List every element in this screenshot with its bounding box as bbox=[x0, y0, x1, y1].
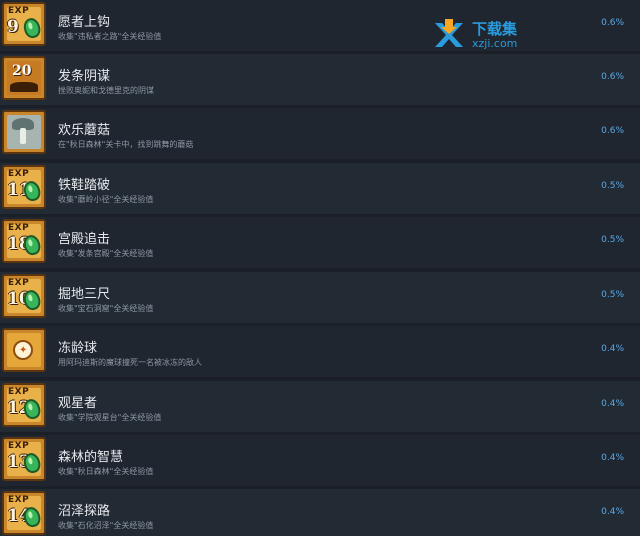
achievement-percent: 0.4% bbox=[601, 344, 624, 354]
achievement-title: 宫殿追击 bbox=[58, 232, 111, 247]
achievement-row[interactable]: EXP 13 森林的智慧 收集"秋日森林"全关经验值 0.4% bbox=[0, 435, 640, 486]
watermark: 下载集 xzji.com bbox=[432, 17, 532, 53]
mushroom-icon bbox=[2, 110, 46, 154]
achievement-desc: 收集"石化沼泽"全关经验值 bbox=[58, 521, 154, 530]
achievement-row[interactable]: EXP 9 愿者上钩 收集"违私者之路"全关经验值 0.6% bbox=[0, 0, 640, 51]
achievement-percent: 0.5% bbox=[601, 181, 624, 191]
achievement-row[interactable]: EXP 12 观星者 收集"学院观星台"全关经验值 0.4% bbox=[0, 381, 640, 432]
achievement-title: 欢乐蘑菇 bbox=[58, 123, 111, 138]
exp-gem-icon: EXP 18 bbox=[2, 219, 46, 263]
achievement-row[interactable]: EXP 18 宫殿追击 收集"发条宫殿"全关经验值 0.5% bbox=[0, 217, 640, 268]
achievement-title: 沼泽探路 bbox=[58, 504, 111, 519]
exp-label: EXP bbox=[8, 278, 30, 288]
achievement-row[interactable]: EXP 14 沼泽探路 收集"石化沼泽"全关经验值 0.4% bbox=[0, 489, 640, 536]
achievement-percent: 0.4% bbox=[601, 507, 624, 517]
achievement-desc: 挫败奥妮和戈德里克的阴谋 bbox=[58, 86, 154, 95]
achievement-desc: 收集"宝石洞窟"全关经验值 bbox=[58, 304, 154, 313]
exp-label: EXP bbox=[8, 169, 30, 179]
exp-label: EXP bbox=[8, 441, 30, 451]
exp-gem-icon: EXP 11 bbox=[2, 165, 46, 209]
achievement-desc: 收集"违私者之路"全关经验值 bbox=[58, 32, 162, 41]
achievement-desc: 收集"蘑岭小径"全关经验值 bbox=[58, 195, 154, 204]
watermark-url: xzji.com bbox=[472, 37, 518, 50]
achievement-row[interactable]: 20 发条阴谋 挫败奥妮和戈德里克的阴谋 0.6% bbox=[0, 54, 640, 105]
achievement-title: 发条阴谋 bbox=[58, 69, 111, 84]
achievement-percent: 0.4% bbox=[601, 399, 624, 409]
download-arrow-logo-icon bbox=[435, 19, 463, 47]
achievement-desc: 在"秋日森林"关卡中，找到跳舞的蘑菇 bbox=[58, 140, 194, 149]
exp-label: EXP bbox=[8, 223, 30, 233]
achievement-desc: 收集"发条宫殿"全关经验值 bbox=[58, 249, 154, 258]
exp-gem-icon: EXP 10 bbox=[2, 274, 46, 318]
exp-number: 9 bbox=[7, 17, 19, 37]
achievement-list: EXP 9 愿者上钩 收集"违私者之路"全关经验值 0.6% 20 发条阴谋 挫… bbox=[0, 0, 640, 536]
achievement-desc: 收集"秋日森林"全关经验值 bbox=[58, 467, 154, 476]
achievement-percent: 0.5% bbox=[601, 290, 624, 300]
achievement-percent: 0.6% bbox=[601, 126, 624, 136]
achievement-percent: 0.4% bbox=[601, 453, 624, 463]
achievement-title: 冻龄球 bbox=[58, 341, 98, 356]
exp-gem-icon: EXP 13 bbox=[2, 437, 46, 481]
achievement-desc: 用阿玛迪斯的魔球撞死一名被冰冻的敌人 bbox=[58, 358, 202, 367]
exp-label: EXP bbox=[8, 6, 30, 16]
icon-number: 20 bbox=[12, 63, 32, 79]
achievement-percent: 0.6% bbox=[601, 18, 624, 28]
exp-label: EXP bbox=[8, 495, 30, 505]
achievement-title: 掘地三尺 bbox=[58, 287, 111, 302]
achievement-title: 愿者上钩 bbox=[58, 15, 111, 30]
achievement-row[interactable]: EXP 10 掘地三尺 收集"宝石洞窟"全关经验值 0.5% bbox=[0, 272, 640, 323]
achievement-title: 观星者 bbox=[58, 396, 98, 411]
achievement-title: 森林的智慧 bbox=[58, 450, 124, 465]
achievement-percent: 0.5% bbox=[601, 235, 624, 245]
achievement-title: 铁鞋踏破 bbox=[58, 178, 111, 193]
achievement-row[interactable]: ✦ 冻龄球 用阿玛迪斯的魔球撞死一名被冰冻的敌人 0.4% bbox=[0, 326, 640, 377]
achievement-row[interactable]: 欢乐蘑菇 在"秋日森林"关卡中，找到跳舞的蘑菇 0.6% bbox=[0, 108, 640, 159]
achievement-row[interactable]: EXP 11 铁鞋踏破 收集"蘑岭小径"全关经验值 0.5% bbox=[0, 163, 640, 214]
clockwork-twenty-icon: 20 bbox=[2, 56, 46, 100]
achievement-desc: 收集"学院观星台"全关经验值 bbox=[58, 413, 162, 422]
exp-label: EXP bbox=[8, 387, 30, 397]
exp-gem-icon: EXP 14 bbox=[2, 491, 46, 535]
achievement-percent: 0.6% bbox=[601, 72, 624, 82]
magic-ball-icon: ✦ bbox=[2, 328, 46, 372]
exp-gem-icon: EXP 9 bbox=[2, 2, 46, 46]
exp-gem-icon: EXP 12 bbox=[2, 383, 46, 427]
watermark-title: 下载集 bbox=[472, 20, 518, 38]
